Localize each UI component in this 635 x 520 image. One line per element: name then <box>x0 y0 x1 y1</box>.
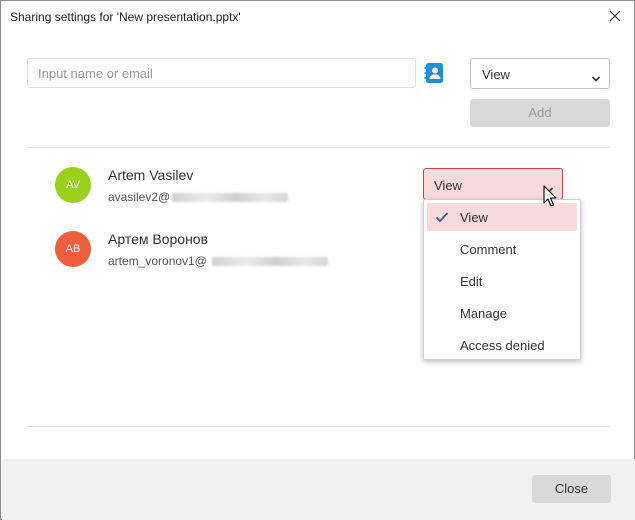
menu-item-access-denied[interactable]: Access denied <box>427 331 577 359</box>
address-book-icon[interactable] <box>424 62 446 84</box>
menu-item-edit[interactable]: Edit <box>427 267 577 295</box>
menu-item-label: Edit <box>460 274 483 289</box>
dialog-title: Sharing settings for 'New presentation.p… <box>10 10 241 24</box>
user-name: Artem Vasilev <box>108 167 194 183</box>
menu-item-label: View <box>460 210 488 225</box>
menu-item-label: Manage <box>460 306 507 321</box>
dialog-footer: Close <box>2 459 635 520</box>
email-domain-redacted <box>212 257 328 266</box>
sharing-settings-dialog: Sharing settings for 'New presentation.p… <box>0 0 635 520</box>
user-email: avasilev2@ <box>108 190 171 204</box>
user-role-select[interactable]: View <box>423 168 563 200</box>
mouse-pointer-icon <box>543 185 559 209</box>
close-icon[interactable] <box>606 7 624 25</box>
name-or-email-input[interactable] <box>27 58 416 88</box>
divider-bottom <box>27 426 610 427</box>
chevron-down-icon <box>591 70 601 88</box>
divider-top <box>27 147 610 148</box>
menu-item-label: Access denied <box>460 338 545 353</box>
menu-item-comment[interactable]: Comment <box>427 235 577 263</box>
checkmark-icon <box>435 211 449 226</box>
avatar: AV <box>55 167 91 203</box>
user-role-value: View <box>434 178 462 193</box>
invite-role-select[interactable]: View <box>470 58 610 89</box>
avatar: AB <box>55 231 91 267</box>
user-name: Артем Воронов <box>108 231 209 247</box>
role-dropdown-menu: View Comment Edit Manage Access denied <box>423 199 581 360</box>
add-button[interactable]: Add <box>470 99 610 127</box>
email-domain-redacted <box>172 193 288 202</box>
invite-role-value: View <box>482 67 510 82</box>
menu-item-manage[interactable]: Manage <box>427 299 577 327</box>
user-email: artem_voronov1@ <box>108 254 207 268</box>
menu-item-label: Comment <box>460 242 517 257</box>
title-bar: Sharing settings for 'New presentation.p… <box>1 1 634 33</box>
close-button[interactable]: Close <box>532 475 611 503</box>
